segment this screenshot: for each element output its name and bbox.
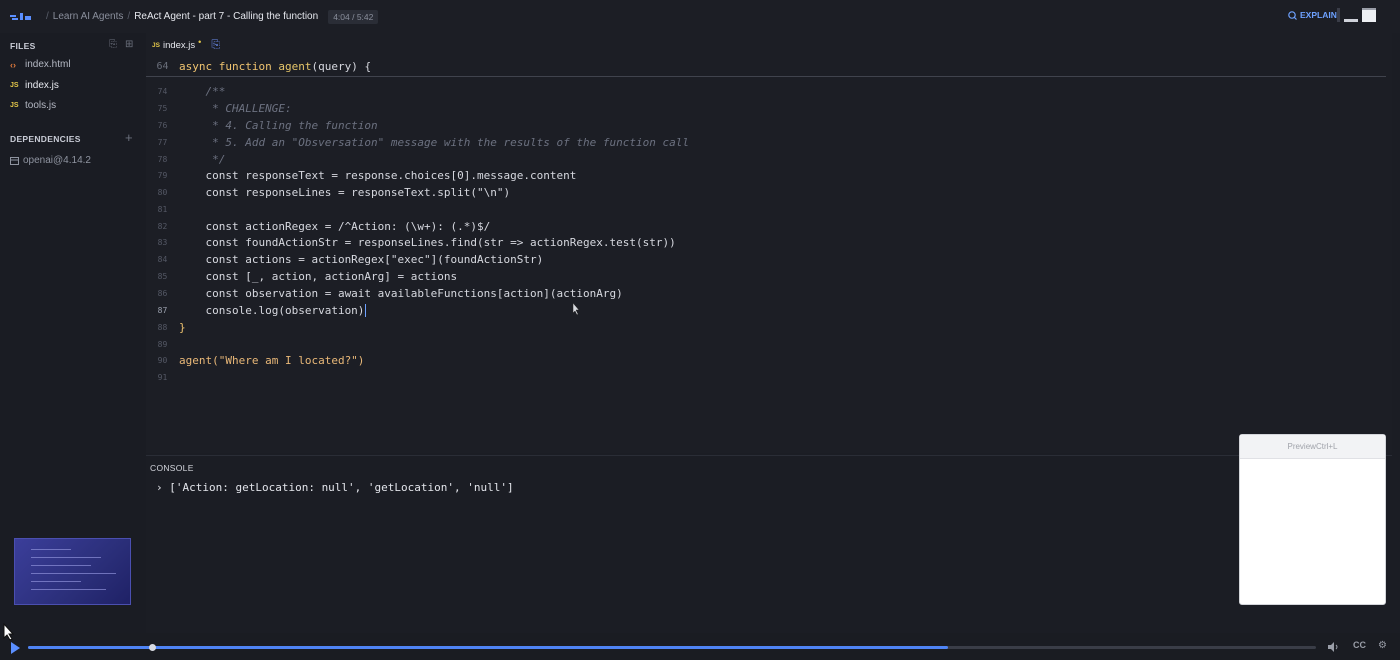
console-output: › ['Action: getLocation: null', 'getLoca… (156, 481, 514, 494)
text-cursor (365, 304, 367, 317)
breadcrumb-course[interactable]: Learn AI Agents (53, 11, 124, 22)
code-text: (query) { (311, 60, 372, 73)
file-item-index-js[interactable]: JS index.js (10, 80, 59, 91)
play-icon[interactable] (11, 642, 20, 654)
mouse-pointer-icon (572, 303, 580, 315)
video-player-controls: CC ⚙ (0, 633, 1400, 660)
editor-tab-bar: JS index.js • ⎘ (146, 33, 1392, 57)
dependency-item[interactable]: openai@4.14.2 (10, 155, 91, 166)
code-function-name: agent (278, 60, 312, 73)
add-dependency-icon[interactable]: + (125, 130, 133, 145)
code-line: 80 const responseLines = responseText.sp… (157, 186, 511, 199)
dependencies-title: DEPENDENCIES (10, 134, 81, 144)
html-file-icon: ‹› (10, 59, 16, 70)
js-file-icon: JS (10, 82, 19, 89)
sidebar: FILES ⎘ ⊞ ‹› index.html JS index.js JS t… (0, 33, 146, 633)
code-line: 75 * CHALLENGE: (157, 102, 292, 115)
settings-icon[interactable]: ⚙ (1378, 640, 1387, 651)
code-line: 86 const observation = await availableFu… (157, 287, 623, 300)
layout-switcher (1337, 8, 1376, 22)
scrub-handle[interactable] (149, 644, 157, 651)
code-line: 85 const [_, action, actionArg] = action… (157, 270, 458, 283)
mouse-pointer-icon (3, 623, 15, 641)
code-line-current: 87 console.log(observation) (157, 304, 367, 317)
layout-divider-icon (1337, 8, 1340, 22)
file-name: index.html (25, 59, 71, 70)
new-file-icon[interactable]: ⎘ (109, 39, 117, 50)
scrimba-logo-icon[interactable] (10, 12, 32, 21)
code-line: 90 agent("Where am I located?") (157, 354, 365, 367)
tab-label: index.js (162, 39, 196, 51)
code-line: 91 (157, 373, 168, 382)
console-panel[interactable]: CONSOLE › ['Action: getLocation: null', … (146, 455, 1392, 633)
breadcrumb: / Learn AI Agents / ReAct Agent - part 7… (42, 0, 379, 33)
file-name: tools.js (25, 100, 57, 111)
explain-label: EXPLAIN (1300, 10, 1337, 20)
code-line: 83 const foundActionStr = responseLines.… (157, 236, 676, 249)
code-line: 89 (157, 340, 168, 349)
preview-header[interactable]: PreviewCtrl+L (1240, 435, 1385, 459)
code-line: 78 */ (157, 153, 226, 166)
lesson-time-badge: 4:04 / 5:42 (328, 9, 379, 24)
code-line: 88} (157, 321, 186, 334)
code-line: 77 * 5. Add an "Obsversation" message wi… (157, 136, 689, 149)
explain-icon (1288, 10, 1297, 20)
layout-bottom-icon[interactable] (1344, 8, 1358, 22)
code-editor[interactable]: JS index.js • ⎘ 64 async function agent(… (146, 33, 1392, 453)
progress-bar[interactable] (28, 644, 1316, 651)
js-file-icon: JS (10, 102, 19, 109)
captions-icon[interactable]: CC (1353, 640, 1366, 650)
tab-index-js[interactable]: JS index.js • (152, 37, 202, 51)
code-line: 81 (157, 205, 168, 214)
instructor-video-thumbnail[interactable] (14, 538, 131, 605)
console-title: CONSOLE (150, 463, 194, 473)
new-file-icon[interactable]: ⎘ (211, 39, 220, 52)
code-line: 79 const responseText = response.choices… (157, 169, 577, 182)
breadcrumb-lesson: ReAct Agent - part 7 - Calling the funct… (134, 11, 319, 22)
progress-fill (28, 646, 948, 649)
files-title: FILES (10, 41, 36, 51)
sticky-scroll-header[interactable]: 64 async function agent (query) { (146, 57, 1386, 77)
code-line: 76 * 4. Calling the function (157, 119, 378, 132)
code-line: 84 const actions = actionRegex["exec"](f… (157, 253, 544, 266)
top-bar: / Learn AI Agents / ReAct Agent - part 7… (0, 0, 1400, 33)
file-item-tools-js[interactable]: JS tools.js (10, 100, 56, 111)
preview-window[interactable]: PreviewCtrl+L (1239, 434, 1386, 605)
volume-icon[interactable] (1328, 642, 1340, 652)
new-folder-icon[interactable]: ⊞ (125, 39, 133, 50)
js-file-icon: JS (152, 41, 160, 49)
layout-full-icon[interactable] (1362, 8, 1376, 22)
file-name: index.js (25, 80, 59, 91)
line-number: 64 (156, 61, 169, 72)
code-line: 74 /** (157, 85, 226, 98)
code-line: 82 const actionRegex = /^Action: (\w+): … (157, 220, 491, 233)
explain-button[interactable]: EXPLAIN (1288, 10, 1337, 20)
file-item-index-html[interactable]: ‹› index.html (10, 59, 71, 70)
dependency-name: openai@4.14.2 (23, 155, 91, 166)
code-keyword: async function (179, 60, 272, 73)
package-icon (10, 157, 19, 165)
unsaved-indicator: • (198, 37, 202, 47)
